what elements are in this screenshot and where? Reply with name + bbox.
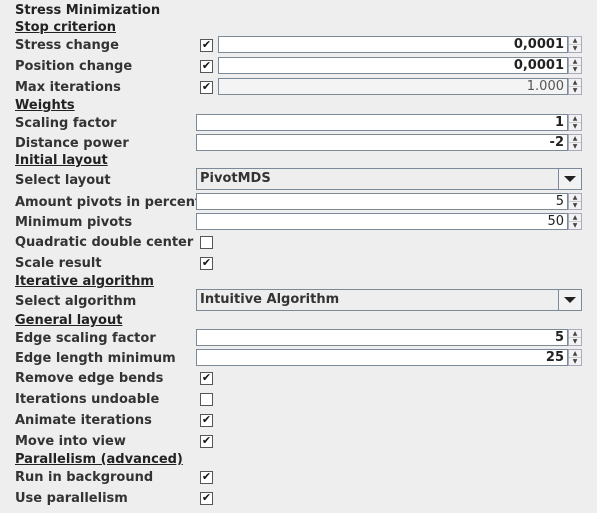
animate-iterations-checkbox[interactable]: ✔: [200, 413, 213, 427]
section-stop-criterion: Stop criterion: [15, 20, 116, 35]
check-icon: ✔: [201, 256, 212, 269]
section-initial-layout: Initial layout: [15, 153, 108, 168]
edge-scaling-factor-label: Edge scaling factor: [15, 331, 156, 346]
chevron-down-icon: [564, 176, 576, 182]
distance-power-label: Distance power: [15, 136, 129, 151]
edge-scaling-factor-field[interactable]: 5: [196, 329, 568, 346]
minimum-pivots-spinner[interactable]: ▲ ▼: [568, 213, 582, 230]
spin-up-icon[interactable]: ▲: [569, 79, 581, 87]
select-algorithm-label: Select algorithm: [15, 294, 137, 309]
distance-power-field[interactable]: -2: [196, 134, 568, 151]
spin-down-icon[interactable]: ▼: [569, 338, 581, 345]
panel-title: Stress Minimization: [15, 3, 161, 18]
section-parallelism: Parallelism (advanced): [15, 452, 183, 467]
scaling-factor-spinner[interactable]: ▲ ▼: [568, 114, 582, 131]
spin-down-icon[interactable]: ▼: [569, 87, 581, 94]
check-icon: ✔: [201, 470, 212, 483]
max-iterations-label: Max iterations: [15, 80, 121, 95]
spin-down-icon[interactable]: ▼: [569, 66, 581, 73]
amount-pivots-field[interactable]: 5: [196, 193, 568, 210]
remove-edge-bends-checkbox[interactable]: ✔: [200, 371, 213, 385]
select-layout-dropdown[interactable]: PivotMDS: [196, 168, 582, 190]
stress-change-enable-checkbox[interactable]: ✔: [200, 38, 213, 52]
section-general-layout: General layout: [15, 313, 123, 328]
edge-length-minimum-field[interactable]: 25: [196, 349, 568, 366]
dropdown-arrow-button[interactable]: [558, 290, 581, 310]
edge-length-minimum-spinner[interactable]: ▲ ▼: [568, 349, 582, 366]
spin-up-icon[interactable]: ▲: [569, 115, 581, 123]
animate-iterations-label: Animate iterations: [15, 413, 152, 428]
spin-up-icon[interactable]: ▲: [569, 330, 581, 338]
spin-up-icon[interactable]: ▲: [569, 37, 581, 45]
amount-pivots-label: Amount pivots in percent: [15, 195, 202, 210]
edge-length-minimum-label: Edge length minimum: [15, 351, 176, 366]
run-in-background-checkbox[interactable]: ✔: [200, 470, 213, 484]
spin-up-icon[interactable]: ▲: [569, 350, 581, 358]
select-algorithm-dropdown[interactable]: Intuitive Algorithm: [196, 289, 582, 311]
minimum-pivots-field[interactable]: 50: [196, 213, 568, 230]
scale-result-label: Scale result: [15, 256, 102, 271]
spin-down-icon[interactable]: ▼: [569, 143, 581, 150]
check-icon: ✔: [201, 413, 212, 426]
spin-down-icon[interactable]: ▼: [569, 222, 581, 229]
position-change-field[interactable]: 0,0001: [218, 57, 568, 74]
position-change-enable-checkbox[interactable]: ✔: [200, 59, 213, 73]
run-in-background-label: Run in background: [15, 470, 154, 485]
scaling-factor-field[interactable]: 1: [196, 114, 568, 131]
max-iterations-field[interactable]: 1.000: [218, 78, 568, 95]
stress-minimization-panel: Stress Minimization Stop criterion Stres…: [0, 0, 597, 513]
iterations-undoable-checkbox[interactable]: [200, 393, 213, 406]
scale-result-checkbox[interactable]: ✔: [200, 256, 213, 270]
check-icon: ✔: [201, 59, 212, 72]
max-iterations-spinner[interactable]: ▲ ▼: [568, 78, 582, 95]
stress-change-spinner[interactable]: ▲ ▼: [568, 36, 582, 53]
remove-edge-bends-label: Remove edge bends: [15, 371, 164, 386]
spin-down-icon[interactable]: ▼: [569, 45, 581, 52]
position-change-spinner[interactable]: ▲ ▼: [568, 57, 582, 74]
spin-up-icon[interactable]: ▲: [569, 135, 581, 143]
move-into-view-checkbox[interactable]: ✔: [200, 434, 213, 448]
section-iterative-algorithm: Iterative algorithm: [15, 274, 154, 289]
stress-change-label: Stress change: [15, 38, 119, 53]
check-icon: ✔: [201, 80, 212, 93]
check-icon: ✔: [201, 38, 212, 51]
position-change-label: Position change: [15, 59, 133, 74]
spin-down-icon[interactable]: ▼: [569, 202, 581, 209]
spin-up-icon[interactable]: ▲: [569, 194, 581, 202]
minimum-pivots-label: Minimum pivots: [15, 215, 133, 230]
check-icon: ✔: [201, 371, 212, 384]
spin-down-icon[interactable]: ▼: [569, 358, 581, 365]
iterations-undoable-label: Iterations undoable: [15, 392, 160, 407]
spin-up-icon[interactable]: ▲: [569, 58, 581, 66]
use-parallelism-checkbox[interactable]: ✔: [200, 491, 213, 505]
scaling-factor-label: Scaling factor: [15, 116, 117, 131]
move-into-view-label: Move into view: [15, 434, 126, 449]
max-iterations-enable-checkbox[interactable]: ✔: [200, 80, 213, 94]
section-weights: Weights: [15, 98, 75, 113]
select-layout-label: Select layout: [15, 173, 111, 188]
edge-scaling-factor-spinner[interactable]: ▲ ▼: [568, 329, 582, 346]
spin-down-icon[interactable]: ▼: [569, 123, 581, 130]
check-icon: ✔: [201, 491, 212, 504]
chevron-down-icon: [564, 297, 576, 303]
distance-power-spinner[interactable]: ▲ ▼: [568, 134, 582, 151]
use-parallelism-label: Use parallelism: [15, 491, 128, 506]
check-icon: ✔: [201, 434, 212, 447]
spin-up-icon[interactable]: ▲: [569, 214, 581, 222]
quadratic-double-center-checkbox[interactable]: [200, 236, 213, 249]
stress-change-field[interactable]: 0,0001: [218, 36, 568, 53]
amount-pivots-spinner[interactable]: ▲ ▼: [568, 193, 582, 210]
quadratic-double-center-label: Quadratic double center: [15, 235, 194, 250]
dropdown-arrow-button[interactable]: [558, 169, 581, 189]
